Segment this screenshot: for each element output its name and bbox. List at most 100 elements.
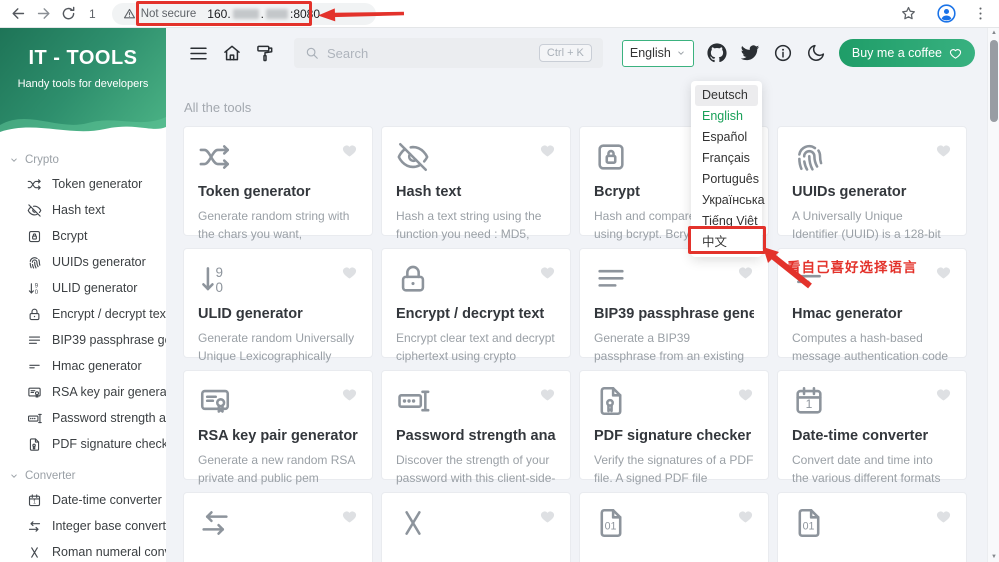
heart-icon [949,47,962,60]
all-tools-heading: All the tools [184,100,252,115]
sidebar-item-label: ULID generator [52,281,138,295]
calendar-icon [27,493,42,508]
search-input[interactable] [327,45,531,61]
tool-card-rsa-key-pair[interactable]: RSA key pair generator Generate a new ra… [183,370,373,485]
sidebar-item-date-time-converter[interactable]: Date-time converter [0,487,166,513]
sidebar-item-hash-text[interactable]: Hash text [0,197,166,223]
sidebar-item-label: Bcrypt [52,229,88,243]
sidebar-item-encrypt-decrypt[interactable]: Encrypt / decrypt text [0,301,166,327]
scrollbar-up-arrow[interactable]: ▲ [988,30,999,36]
favorite-heart-icon[interactable] [539,508,556,525]
app-title: IT - TOOLS [28,47,138,69]
chevron-down-icon [676,48,686,58]
language-option-english[interactable]: English [695,106,758,127]
favorite-heart-icon[interactable] [935,142,952,159]
twitter-icon[interactable] [740,43,760,63]
tool-card-uuids-generator[interactable]: UUIDs generator A Universally Unique Ide… [777,126,967,241]
favorite-heart-icon[interactable] [935,508,952,525]
search-icon [305,46,319,60]
language-option-ukrainian[interactable]: Українська [695,190,765,211]
search-bar[interactable]: Ctrl + K [294,38,603,68]
sidebar-item-roman-numeral-converter[interactable]: Roman numeral converter [0,539,166,562]
language-option-deutsch[interactable]: Deutsch [695,85,758,106]
favorite-heart-icon[interactable] [935,386,952,403]
favorite-heart-icon[interactable] [737,508,754,525]
tool-card-description: Generate a new random RSA private and pu… [198,453,355,485]
warning-icon [123,7,136,20]
coffee-button-label: Buy me a coffee [851,46,942,60]
tool-card-title: Hash text [396,184,462,200]
sidebar-item-label: Hmac generator [52,359,142,373]
chevron-down-icon [9,471,19,481]
page-scrollbar[interactable]: ▲ ▼ [987,28,999,562]
github-icon[interactable] [707,43,727,63]
favorite-heart-icon[interactable] [341,264,358,281]
tool-card-hash-text[interactable]: Hash text Hash a text string using the f… [381,126,571,241]
tool-card-title: UUIDs generator [792,184,907,200]
tool-card-bip39[interactable]: BIP39 passphrase generator Generate a BI… [579,248,769,363]
about-info-icon[interactable] [773,43,793,63]
sidebar-item-rsa-key-pair[interactable]: RSA key pair generator [0,379,166,405]
collapse-sidebar-icon[interactable] [188,43,209,64]
dark-mode-moon-icon[interactable] [806,43,826,63]
sidebar-item-integer-base-converter[interactable]: Integer base converter [0,513,166,539]
sidebar-item-pdf-signature[interactable]: PDF signature checker [0,431,166,457]
language-option-portugues[interactable]: Português [695,169,759,190]
favorite-heart-icon[interactable] [341,142,358,159]
tool-card-integer-base-converter[interactable] [183,492,373,562]
profile-avatar-icon[interactable] [937,4,956,23]
sidebar-section-converter[interactable]: Converter [0,466,166,487]
language-option-vietnamese[interactable]: Tiếng Việt [695,211,758,232]
forward-icon[interactable] [35,5,52,22]
url-prefix: 160. [207,6,231,21]
favorite-heart-icon[interactable] [737,386,754,403]
tool-card-pdf-signature[interactable]: PDF signature checker Verify the signatu… [579,370,769,485]
language-select[interactable]: English [621,39,694,67]
sidebar-item-token-generator[interactable]: Token generator [0,171,166,197]
certificate-icon [27,385,42,400]
sidebar-item-ulid-generator[interactable]: ULID generator [0,275,166,301]
buy-me-a-coffee-button[interactable]: Buy me a coffee [838,39,975,67]
url-text: 160. . :8080 [207,7,320,21]
tool-card-token-generator[interactable]: Token generator Generate random string w… [183,126,373,241]
tool-card-encrypt-decrypt[interactable]: Encrypt / decrypt text Encrypt clear tex… [381,248,571,363]
scrollbar-thumb[interactable] [990,40,998,122]
favorite-heart-icon[interactable] [935,264,952,281]
tool-card-description: A Universally Unique Identifier (UUID) i… [792,209,941,241]
tool-card-password-strength[interactable]: Password strength analyser Discover the … [381,370,571,485]
sidebar-item-bcrypt[interactable]: Bcrypt [0,223,166,249]
tool-card-description: Hash a text string using the function yo… [396,209,542,241]
scrollbar-down-arrow[interactable]: ▼ [988,554,999,560]
sidebar-item-bip39[interactable]: BIP39 passphrase gener... [0,327,166,353]
tool-card-title: Token generator [198,184,311,200]
tool-card-title: RSA key pair generator [198,428,358,444]
sidebar-item-uuids-generator[interactable]: UUIDs generator [0,249,166,275]
sidebar-item-hmac-generator[interactable]: Hmac generator [0,353,166,379]
paint-roller-icon[interactable] [255,43,275,63]
language-option-espanol[interactable]: Español [695,127,758,148]
favorite-heart-icon[interactable] [341,508,358,525]
back-icon[interactable] [10,5,27,22]
home-icon[interactable] [222,43,242,63]
reload-icon[interactable] [60,5,77,22]
tool-card-date-time-converter[interactable]: Date-time converter Convert date and tim… [777,370,967,485]
tool-card-roman-numeral-converter[interactable] [381,492,571,562]
red-annotation-arrow-url [318,8,405,22]
bookmark-star-icon[interactable] [900,5,917,22]
browser-menu-icon[interactable] [972,5,989,22]
tool-card-base64-file-converter[interactable] [777,492,967,562]
tool-card-base64-converter[interactable] [579,492,769,562]
favorite-heart-icon[interactable] [539,264,556,281]
tool-card-ulid-generator[interactable]: ULID generator Generate random Universal… [183,248,373,363]
favorite-heart-icon[interactable] [737,264,754,281]
favorite-heart-icon[interactable] [539,386,556,403]
language-option-francais[interactable]: Français [695,148,758,169]
sidebar-section-crypto[interactable]: Crypto [0,150,166,171]
favorite-heart-icon[interactable] [539,142,556,159]
language-option-chinese[interactable]: 中文 [695,232,758,253]
tool-card-description: Computes a hash-based message authentica… [792,331,949,363]
sidebar-item-label: RSA key pair generator [52,385,166,399]
url-masked-segment [232,8,259,19]
favorite-heart-icon[interactable] [341,386,358,403]
sidebar-item-password-strength[interactable]: Password strength analy... [0,405,166,431]
